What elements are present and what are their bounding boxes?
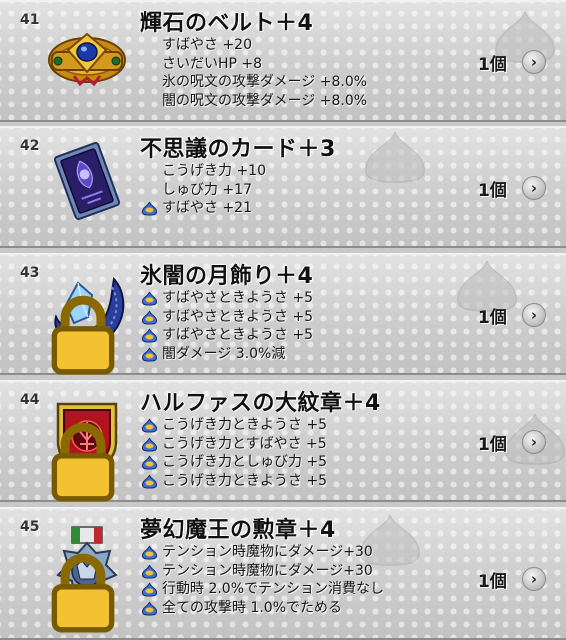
slime-badge-icon bbox=[141, 418, 158, 433]
stat-line: こうげき力ときようさ +5 bbox=[140, 472, 327, 491]
chevron-right-icon: › bbox=[530, 432, 538, 451]
slime-badge-icon bbox=[141, 455, 158, 470]
slime-badge-icon bbox=[141, 310, 158, 325]
detail-button[interactable]: › bbox=[522, 50, 546, 74]
item-count: 1個 bbox=[478, 572, 507, 592]
stat-line: しゅび力 +17 bbox=[162, 181, 252, 198]
stat-line: さいだいHP +8 bbox=[162, 55, 263, 72]
gem-belt-icon bbox=[44, 12, 130, 98]
list-item[interactable]: 44 ハルファスの大紋章＋4 こうげき力ときようさ +5 こうげき力とすばやさ … bbox=[0, 380, 566, 502]
stat-list: こうげき力ときようさ +5 こうげき力とすばやさ +5 こうげき力としゅび力 +… bbox=[140, 416, 327, 490]
stat-line: 闇ダメージ 3.0%減 bbox=[140, 345, 313, 364]
slime-watermark-icon bbox=[365, 131, 425, 183]
stat-line: こうげき力とすばやさ +5 bbox=[140, 435, 327, 454]
stat-line: テンション時魔物にダメージ+30 bbox=[140, 543, 384, 562]
item-name: ハルファスの大紋章＋4 bbox=[140, 391, 381, 416]
list-item[interactable]: 41 輝石のベルト＋4 すばやさ +20 さいだいHP +8 氷の呪文の攻撃ダメ… bbox=[0, 0, 566, 122]
list-item[interactable]: 42 不思議のカード＋3 こうげき力 +10 しゅび力 +17 すばやさ +21… bbox=[0, 126, 566, 248]
slime-badge-icon bbox=[141, 474, 158, 489]
slime-badge-icon bbox=[141, 328, 158, 343]
stat-list: テンション時魔物にダメージ+30 テンション時魔物にダメージ+30 行動時 2.… bbox=[140, 543, 384, 617]
item-number: 43 bbox=[20, 265, 40, 281]
stat-list: すばやさときようさ +5 すばやさときようさ +5 すばやさときようさ +5 闇… bbox=[140, 289, 313, 363]
stat-line: すばやさときようさ +5 bbox=[140, 326, 313, 345]
chevron-right-icon: › bbox=[530, 569, 538, 588]
slime-badge-icon bbox=[141, 437, 158, 452]
lock-icon bbox=[51, 295, 115, 375]
slime-badge-icon bbox=[141, 291, 158, 306]
lock-icon bbox=[51, 553, 115, 633]
accessory-list: 41 輝石のベルト＋4 すばやさ +20 さいだいHP +8 氷の呪文の攻撃ダメ… bbox=[0, 0, 566, 640]
demon-king-medal-icon bbox=[44, 523, 130, 633]
stat-line: こうげき力ときようさ +5 bbox=[140, 416, 327, 435]
crest-emblem-icon bbox=[44, 392, 130, 502]
slime-badge-icon bbox=[141, 545, 158, 560]
stat-line: 全ての攻撃時 1.0%でためる bbox=[140, 599, 384, 618]
stat-line: すばやさときようさ +5 bbox=[140, 308, 313, 327]
slime-badge-icon bbox=[141, 564, 158, 578]
stat-list: すばやさ +20 さいだいHP +8 氷の呪文の攻撃ダメージ +8.0% 闇の呪… bbox=[140, 36, 367, 110]
item-name: 夢幻魔王の勲章＋4 bbox=[140, 518, 336, 543]
stat-line: 氷の呪文の攻撃ダメージ +8.0% bbox=[162, 74, 368, 90]
list-item[interactable]: 45 夢幻魔王の勲章＋4 テンション時魔物にダメージ+30 テンション時魔物にダ… bbox=[0, 507, 566, 640]
stat-line: 行動時 2.0%でテンション消費なし bbox=[140, 580, 384, 599]
item-number: 44 bbox=[20, 392, 40, 408]
detail-button[interactable]: › bbox=[522, 303, 546, 327]
slime-badge-icon bbox=[141, 201, 158, 216]
detail-button[interactable]: › bbox=[522, 176, 546, 200]
detail-button[interactable]: › bbox=[522, 430, 546, 454]
item-name: 輝石のベルト＋4 bbox=[140, 11, 314, 36]
item-count: 1個 bbox=[478, 181, 507, 201]
slime-badge-icon bbox=[141, 347, 158, 362]
stat-list: こうげき力 +10 しゅび力 +17 すばやさ +21 bbox=[140, 162, 266, 218]
stat-line: こうげき力 +10 bbox=[162, 163, 266, 179]
stat-line: すばやさ +21 bbox=[140, 199, 266, 218]
stat-line: 闇の呪文の攻撃ダメージ +8.0% bbox=[162, 92, 368, 109]
stat-line: こうげき力としゅび力 +5 bbox=[140, 453, 327, 472]
stat-line: テンション時魔物にダメージ+30 bbox=[140, 562, 384, 581]
lock-icon bbox=[51, 422, 115, 502]
mystery-card-icon bbox=[44, 138, 130, 224]
item-count: 1個 bbox=[478, 55, 507, 75]
list-item[interactable]: 43 氷闇の月飾り＋4 すばやさときようさ +5 すばやさときようさ +5 すば… bbox=[0, 253, 566, 375]
item-number: 42 bbox=[20, 138, 40, 154]
item-name: 氷闇の月飾り＋4 bbox=[140, 264, 314, 289]
chevron-right-icon: › bbox=[530, 178, 538, 197]
slime-badge-icon bbox=[141, 582, 158, 597]
item-name: 不思議のカード＋3 bbox=[140, 137, 336, 162]
chevron-right-icon: › bbox=[530, 52, 538, 71]
slime-badge-icon bbox=[141, 601, 158, 615]
item-count: 1個 bbox=[478, 308, 507, 328]
crescent-moon-ornament-icon bbox=[44, 265, 130, 375]
detail-button[interactable]: › bbox=[522, 567, 546, 591]
stat-line: すばやさときようさ +5 bbox=[140, 289, 313, 308]
item-count: 1個 bbox=[478, 435, 507, 455]
item-number: 41 bbox=[20, 12, 40, 28]
item-number: 45 bbox=[20, 519, 40, 535]
stat-line: すばやさ +20 bbox=[162, 37, 252, 53]
chevron-right-icon: › bbox=[530, 305, 538, 324]
